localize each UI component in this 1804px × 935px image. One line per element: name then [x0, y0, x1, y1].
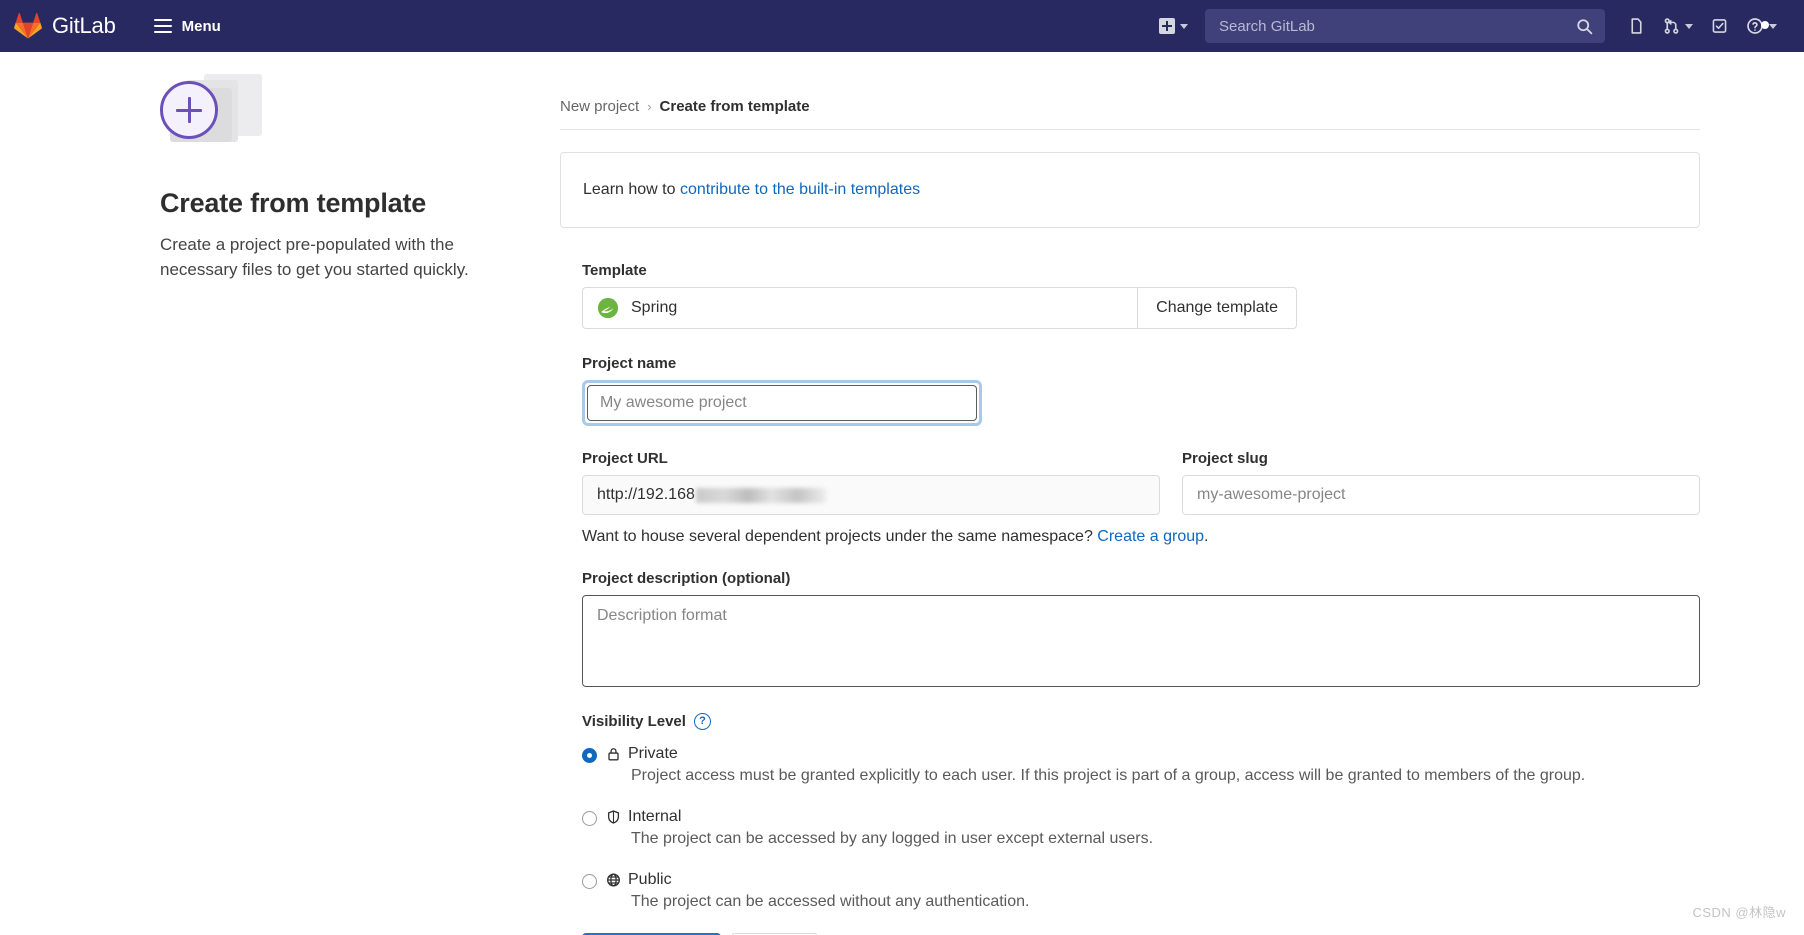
- main-menu-label: Menu: [181, 17, 221, 35]
- visibility-internal-description: The project can be accessed by any logge…: [631, 830, 1154, 848]
- todo-checkbox-icon: [1711, 17, 1728, 35]
- project-name-focus-ring: [582, 380, 982, 426]
- page-title: Create from template: [160, 188, 427, 218]
- spring-leaf-logo-icon: [597, 297, 619, 319]
- change-template-button[interactable]: Change template: [1137, 287, 1297, 329]
- project-url-label: Project URL: [582, 450, 668, 467]
- chevron-down-icon: [1180, 23, 1188, 29]
- project-url-column: Project URL http://192.168: [582, 450, 1160, 515]
- snippets-button[interactable]: [1619, 11, 1654, 41]
- visibility-level-header: Visibility Level ?: [582, 713, 1700, 730]
- radio-internal[interactable]: [582, 810, 597, 826]
- visibility-option-private[interactable]: Private Project access must be granted e…: [582, 744, 1700, 787]
- project-name-input[interactable]: [587, 385, 977, 421]
- lock-icon: [606, 746, 621, 762]
- gitlab-brand-link[interactable]: GitLab: [14, 12, 116, 40]
- contribute-info-banner: Learn how to contribute to the built-in …: [560, 152, 1700, 228]
- plus-circle-icon: [160, 81, 218, 139]
- visibility-internal-title-row: Internal: [606, 807, 1700, 826]
- contribute-templates-link[interactable]: contribute to the built-in templates: [680, 181, 920, 198]
- navbar-right-group: [1150, 9, 1786, 43]
- visibility-option-public[interactable]: Public The project can be accessed witho…: [582, 870, 1700, 913]
- left-info-panel: Create from template Create a project pr…: [0, 52, 560, 935]
- visibility-private-body: Private Project access must be granted e…: [606, 744, 1700, 787]
- project-slug-label: Project slug: [1182, 450, 1268, 467]
- question-circle-icon[interactable]: ?: [693, 713, 711, 730]
- visibility-internal-body: Internal The project can be accessed by …: [606, 807, 1700, 850]
- info-banner-prefix: Learn how to: [583, 181, 680, 198]
- top-navbar: GitLab Menu: [0, 0, 1804, 52]
- visibility-private-title: Private: [628, 745, 678, 762]
- breadcrumb-item-new-project[interactable]: New project: [560, 98, 639, 115]
- radio-private[interactable]: [582, 748, 597, 763]
- visibility-public-body: Public The project can be accessed witho…: [606, 870, 1700, 913]
- new-project-form: Template Spring Change template Project …: [560, 262, 1700, 935]
- new-project-folders-plus-icon: [160, 74, 280, 154]
- search-icon[interactable]: [1576, 18, 1593, 35]
- main-menu-button[interactable]: Menu: [144, 12, 231, 41]
- visibility-public-description: The project can be accessed without any …: [631, 893, 1030, 911]
- namespace-helper-text: Want to house several dependent projects…: [582, 528, 1700, 546]
- plus-square-icon: [1159, 18, 1175, 34]
- global-search-box[interactable]: [1205, 9, 1605, 43]
- breadcrumb-separator-icon: ›: [647, 99, 652, 114]
- breadcrumb-divider: [560, 129, 1700, 130]
- page-description: Create a project pre-populated with the …: [160, 235, 469, 279]
- todos-button[interactable]: [1702, 11, 1737, 41]
- gitlab-tanuki-logo-icon: [14, 12, 42, 40]
- redacted-url-blur: [695, 487, 826, 503]
- chevron-down-icon: [1769, 23, 1777, 29]
- project-description-label: Project description (optional): [582, 570, 791, 587]
- selected-template-box: Spring: [582, 287, 1138, 329]
- breadcrumb-item-current: Create from template: [659, 98, 810, 115]
- new-dropdown-button[interactable]: [1150, 12, 1197, 40]
- radio-public[interactable]: [582, 873, 597, 889]
- page-body: Create from template Create a project pr…: [0, 52, 1804, 935]
- csdn-watermark: CSDN @林隐w: [1692, 905, 1786, 920]
- visibility-public-title-row: Public: [606, 870, 1700, 889]
- visibility-option-internal[interactable]: Internal The project can be accessed by …: [582, 807, 1700, 850]
- merge-requests-button[interactable]: [1654, 11, 1702, 41]
- url-slug-row: Project URL http://192.168 Project slug: [582, 450, 1700, 515]
- visibility-private-title-row: Private: [606, 744, 1700, 763]
- project-description-textarea[interactable]: [582, 595, 1700, 687]
- template-selector-row: Spring Change template: [582, 287, 1297, 329]
- hamburger-menu-icon: [153, 19, 172, 33]
- project-name-label: Project name: [582, 355, 677, 372]
- project-url-value: http://192.168: [597, 486, 695, 503]
- merge-request-icon: [1663, 17, 1680, 35]
- search-input[interactable]: [1217, 16, 1576, 36]
- help-button[interactable]: [1737, 11, 1786, 41]
- visibility-internal-title: Internal: [628, 807, 682, 825]
- project-slug-column: Project slug: [1182, 450, 1700, 515]
- create-a-group-link[interactable]: Create a group: [1097, 528, 1204, 545]
- breadcrumb: New project › Create from template: [560, 52, 1700, 115]
- globe-icon: [606, 872, 621, 888]
- navbar-left-group: GitLab Menu: [14, 12, 231, 41]
- gitlab-brand-text: GitLab: [52, 13, 116, 38]
- help-notification-dot: [1761, 21, 1769, 29]
- selected-template-name: Spring: [631, 299, 678, 316]
- template-label: Template: [582, 262, 647, 279]
- snippets-icon: [1628, 17, 1645, 35]
- chevron-down-icon: [1685, 23, 1693, 29]
- main-content-panel: New project › Create from template Learn…: [560, 52, 1740, 935]
- namespace-helper-suffix: .: [1204, 528, 1209, 545]
- visibility-level-label: Visibility Level: [582, 713, 686, 730]
- visibility-private-description: Project access must be granted explicitl…: [631, 767, 1586, 785]
- namespace-helper-prefix: Want to house several dependent projects…: [582, 528, 1098, 545]
- shield-icon: [606, 809, 621, 825]
- visibility-radio-group: Private Project access must be granted e…: [582, 744, 1700, 913]
- visibility-public-title: Public: [628, 870, 672, 888]
- project-url-input[interactable]: http://192.168: [582, 475, 1160, 515]
- project-slug-input[interactable]: [1182, 475, 1700, 515]
